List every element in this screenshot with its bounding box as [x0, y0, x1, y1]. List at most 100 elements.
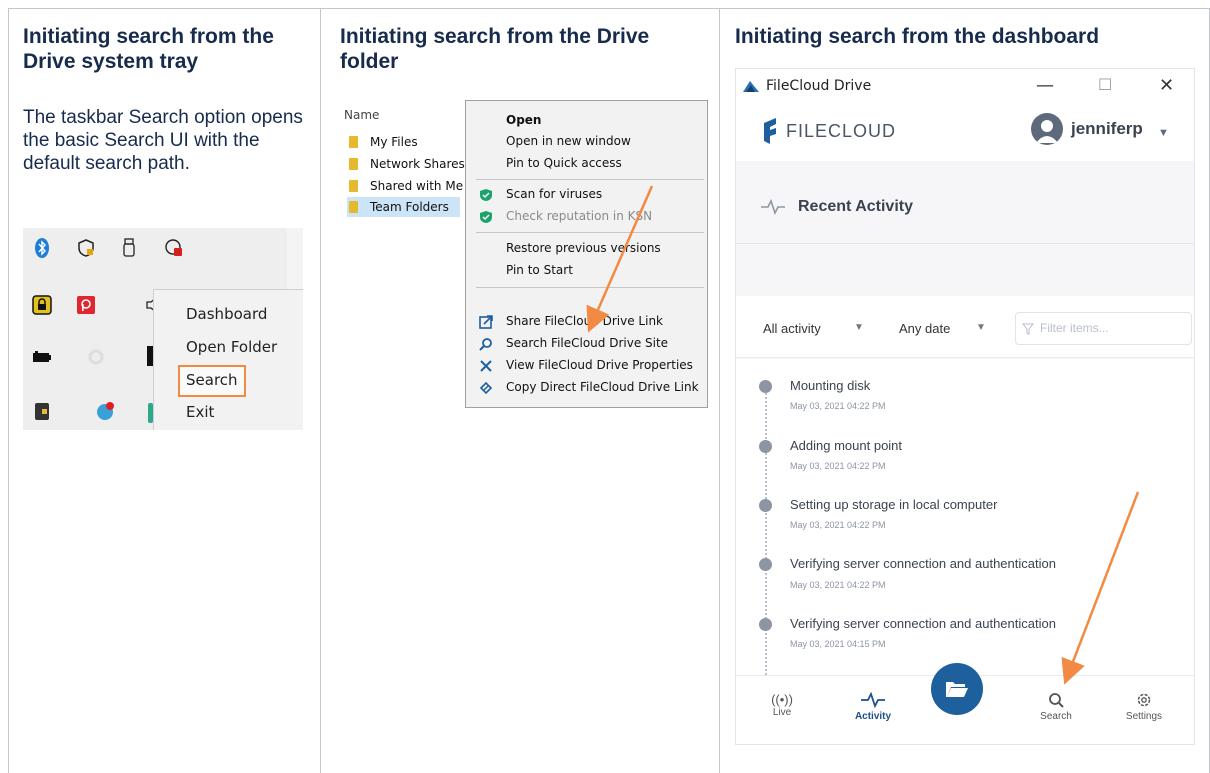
table-border-2	[719, 8, 720, 773]
activity-filter-dropdown[interactable]: All activity	[763, 321, 821, 336]
window-title: FileCloud Drive	[766, 78, 872, 94]
chevron-down-icon[interactable]: ▼	[976, 322, 986, 333]
link-icon	[479, 380, 493, 395]
menu-item-open-folder[interactable]: Open Folder	[186, 338, 277, 356]
menu-item-dashboard[interactable]: Dashboard	[186, 305, 267, 323]
name-column-header[interactable]: Name	[344, 108, 379, 122]
filter-placeholder: Filter items...	[1040, 321, 1109, 335]
activity-time: May 03, 2021 04:22 PM	[790, 520, 886, 530]
nav-live[interactable]: ((•)) Live	[752, 692, 812, 718]
menu-item-scan-viruses[interactable]: Scan for viruses	[506, 187, 602, 201]
menu-item-share-link[interactable]: Share FileCloud Drive Link	[506, 314, 663, 328]
menu-item-pin-quick-access[interactable]: Pin to Quick access	[506, 156, 622, 170]
folder-icon	[349, 201, 358, 213]
activity-time: May 03, 2021 04:22 PM	[790, 401, 886, 411]
date-filter-dropdown[interactable]: Any date	[899, 321, 950, 336]
shield-icon	[479, 209, 493, 223]
search-icon	[1026, 692, 1086, 711]
shield-icon	[479, 187, 493, 201]
folder-item[interactable]: My Files	[349, 132, 469, 152]
menu-item-pin-start[interactable]: Pin to Start	[506, 263, 573, 277]
search-icon	[479, 336, 493, 351]
kaspersky-lock-icon[interactable]	[163, 237, 185, 259]
minimize-icon[interactable]: —	[1036, 75, 1054, 96]
avatar[interactable]	[1031, 113, 1063, 145]
app-badge-icon[interactable]	[95, 400, 117, 422]
column-description: The taskbar Search option opens the basi…	[23, 107, 303, 174]
open-folder-button[interactable]	[931, 663, 983, 715]
filter-funnel-icon	[1021, 322, 1035, 340]
folder-icon	[349, 158, 358, 170]
menu-item-view-properties[interactable]: View FileCloud Drive Properties	[506, 358, 693, 372]
activity-time: May 03, 2021 04:22 PM	[790, 580, 886, 590]
folder-item-selected[interactable]: Team Folders	[347, 197, 460, 217]
network-icon[interactable]	[85, 346, 107, 368]
sd-card-icon[interactable]	[31, 400, 53, 422]
table-border-left	[8, 8, 9, 773]
folder-open-icon	[946, 682, 968, 697]
menu-separator	[476, 232, 704, 233]
close-icon[interactable]: ✕	[1159, 75, 1174, 96]
tools-icon	[479, 358, 493, 372]
share-icon	[479, 314, 493, 329]
folder-icon	[349, 136, 358, 148]
folder-icon	[349, 180, 358, 192]
filecloud-app-icon	[742, 78, 760, 94]
filecloud-logo-text: FILECLOUD	[786, 121, 897, 141]
activity-time: May 03, 2021 04:15 PM	[790, 639, 886, 649]
app-header: FILECLOUD jenniferp ▼	[736, 107, 1194, 161]
column-title: Initiating search from the dashboard	[735, 25, 1100, 48]
menu-item-restore-versions[interactable]: Restore previous versions	[506, 241, 661, 255]
activity-pulse-icon	[760, 198, 786, 220]
folder-item[interactable]: Network Shares	[349, 154, 469, 174]
timeline-dot	[759, 380, 772, 393]
usb-drive-icon[interactable]	[118, 237, 140, 259]
timeline-dot	[759, 440, 772, 453]
pdf-app-icon[interactable]	[75, 294, 97, 316]
maximize-icon[interactable]: ☐	[1098, 75, 1112, 94]
lock-app-icon[interactable]	[31, 294, 53, 316]
security-shield-icon[interactable]	[75, 237, 97, 259]
column-title: Initiating search from the Drive folder	[340, 25, 650, 73]
explorer-context-menu: Open Open in new window Pin to Quick acc…	[465, 100, 708, 408]
menu-item-check-reputation[interactable]: Check reputation in KSN	[506, 209, 652, 223]
activity-text: Adding mount point	[790, 438, 903, 453]
menu-item-search-drive-site[interactable]: Search FileCloud Drive Site	[506, 336, 668, 350]
table-border-1	[320, 8, 321, 773]
filter-input[interactable]: Filter items...	[1015, 312, 1192, 345]
table-top-border	[8, 8, 1210, 9]
gear-icon	[1114, 692, 1174, 711]
tray-context-menu: Dashboard Open Folder Search Exit	[153, 289, 303, 430]
activity-time: May 03, 2021 04:22 PM	[790, 461, 886, 471]
nav-search[interactable]: Search	[1026, 692, 1086, 722]
menu-item-search[interactable]: Search	[186, 371, 238, 389]
menu-item-open-new-window[interactable]: Open in new window	[506, 134, 631, 148]
timeline-dot	[759, 499, 772, 512]
window-titlebar: FileCloud Drive — ☐ ✕	[736, 69, 1194, 107]
activity-panel: Recent Activity All activity ▼ Any date …	[736, 161, 1194, 744]
menu-item-exit[interactable]: Exit	[186, 403, 214, 421]
timeline-dot	[759, 558, 772, 571]
folder-item[interactable]: Shared with Me	[349, 176, 469, 196]
menu-item-open[interactable]: Open	[506, 113, 541, 127]
activity-text: Setting up storage in local computer	[790, 497, 998, 512]
menu-separator	[476, 179, 704, 180]
battery-icon[interactable]	[31, 346, 53, 368]
user-name[interactable]: jenniferp	[1071, 119, 1143, 139]
filecloud-logo-icon	[762, 117, 782, 150]
column-title: Initiating search from the Drive system …	[23, 25, 274, 73]
nav-activity[interactable]: Activity	[843, 691, 903, 722]
menu-separator	[476, 287, 704, 288]
nav-settings[interactable]: Settings	[1114, 692, 1174, 722]
bottom-nav: ((•)) Live Activity Search Settings	[736, 663, 1194, 744]
menu-item-copy-direct-link[interactable]: Copy Direct FileCloud Drive Link	[506, 380, 699, 394]
live-broadcast-icon: ((•))	[771, 692, 793, 707]
filecloud-drive-window: FileCloud Drive — ☐ ✕ FILECLOUD jennifer…	[735, 68, 1195, 745]
explorer-screenshot: Name My Files Network Shares Shared with…	[333, 98, 708, 410]
chevron-down-icon[interactable]: ▼	[1158, 127, 1169, 139]
activity-text: Verifying server connection and authenti…	[790, 556, 1056, 571]
system-tray-screenshot: Dashboard Open Folder Search Exit	[23, 228, 303, 430]
section-title: Recent Activity	[798, 198, 913, 215]
bluetooth-icon[interactable]	[31, 237, 53, 259]
chevron-down-icon[interactable]: ▼	[854, 322, 864, 333]
